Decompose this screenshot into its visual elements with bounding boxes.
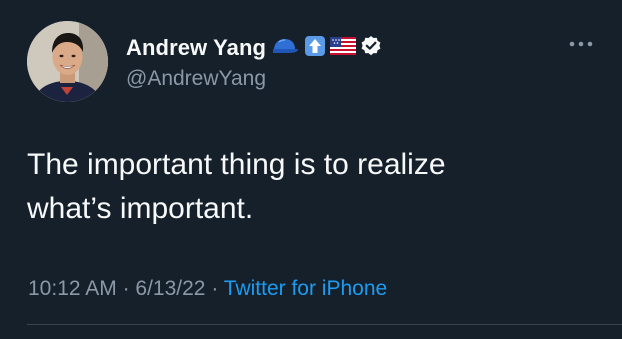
meta-separator: · (205, 277, 224, 300)
tweet-card: Andrew Yang @AndrewYang The important th… (0, 0, 622, 339)
tweet-time[interactable]: 10:12 AM (28, 277, 117, 300)
tweet-source-link[interactable]: Twitter for iPhone (224, 277, 387, 300)
tweet-date[interactable]: 6/13/22 (135, 277, 205, 300)
more-options-icon[interactable] (566, 36, 596, 52)
tweet-metadata: 10:12 AM · 6/13/22 · Twitter for iPhone (28, 277, 387, 301)
up-arrow-icon (304, 35, 326, 62)
author-name-row[interactable]: Andrew Yang (126, 33, 382, 63)
avatar-image (27, 21, 108, 102)
author-handle[interactable]: @AndrewYang (126, 67, 266, 91)
meta-separator: · (116, 277, 136, 300)
verified-badge-icon (360, 35, 382, 62)
divider (27, 324, 622, 325)
author-display-name[interactable]: Andrew Yang (126, 35, 266, 61)
blue-cap-icon (270, 36, 300, 61)
us-flag-icon (330, 36, 357, 60)
avatar[interactable] (27, 21, 108, 102)
tweet-text: The important thing is to realize what’s… (27, 148, 446, 225)
